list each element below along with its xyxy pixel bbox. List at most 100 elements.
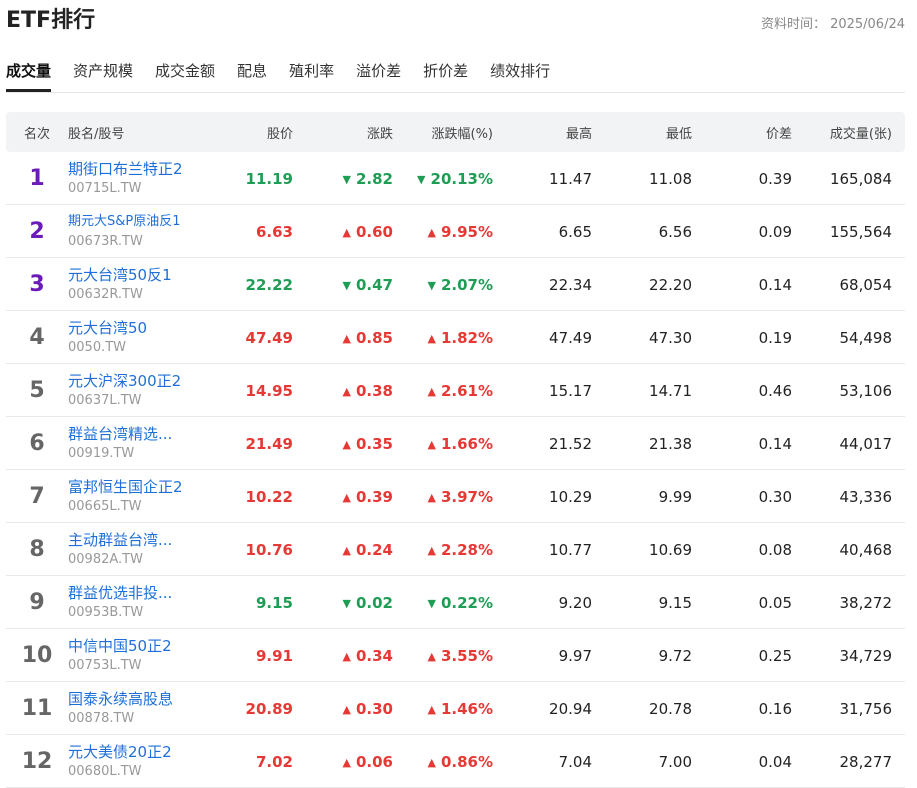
header-low: 最低 (665, 126, 692, 142)
change-pct-value: 3.55% (440, 646, 493, 665)
table-row[interactable]: 11 国泰永续高股息 00878.TW 20.89 ▲ 0.30 ▲ 1.46% 20.94 20… (6, 682, 905, 735)
change-cell: ▼ 0.47 (343, 276, 393, 294)
table-row[interactable]: 9 群益优选非投... 00953B.TW 9.15 ▼ 0.02 ▼ 0.22% 9.20 9.… (6, 576, 905, 629)
high-value: 9.20 (558, 593, 592, 612)
volume-value: 54,498 (839, 328, 893, 347)
diff-value: 0.25 (758, 646, 792, 665)
change-cell: ▲ 0.60 (343, 223, 393, 241)
table-row[interactable]: 5 元大沪深300正2 00637L.TW 14.95 ▲ 0.38 ▲ 2.61% 15.17… (6, 364, 905, 417)
etf-name-link[interactable]: 元大台湾50 (68, 319, 226, 337)
rank-number: 11 (21, 695, 53, 721)
change-value: 0.85 (355, 328, 393, 347)
rank-number: 4 (29, 324, 45, 350)
volume-value: 31,756 (839, 699, 893, 718)
header-rank: 名次 (23, 126, 50, 142)
etf-name-link[interactable]: 国泰永续高股息 (68, 690, 226, 708)
tab-0[interactable]: 成交量 (6, 56, 52, 92)
volume-value: 155,564 (829, 222, 892, 241)
table-row[interactable]: 6 群益台湾精选... 00919.TW 21.49 ▲ 0.35 ▲ 1.66% 21.52 2… (6, 417, 905, 470)
change-pct-value: 2.28% (440, 540, 493, 559)
triangle-down-icon: ▼ (417, 172, 426, 186)
volume-value: 28,277 (839, 752, 893, 771)
etf-name-link[interactable]: 元大台湾50反1 (68, 266, 226, 284)
high-value: 15.17 (549, 381, 592, 400)
table-row[interactable]: 12 元大美债20正2 00680L.TW 7.02 ▲ 0.06 ▲ 0.86% 7.04 7.… (6, 735, 905, 788)
etf-code: 00632R.TW (68, 286, 143, 302)
change-pct-value: 0.22% (440, 593, 493, 612)
rank-number: 5 (29, 377, 45, 403)
table-row[interactable]: 2 期元大S&P原油反1 00673R.TW 6.63 ▲ 0.60 ▲ 9.95% 6.65 6… (6, 205, 905, 258)
rank-number: 12 (21, 748, 53, 774)
etf-name-link[interactable]: 元大沪深300正2 (68, 372, 226, 390)
change-pct-cell: ▼ 0.22% (427, 594, 493, 612)
table-row[interactable]: 10 中信中国50正2 00753L.TW 9.91 ▲ 0.34 ▲ 3.55% 9.97 9.… (6, 629, 905, 682)
triangle-down-icon: ▼ (342, 596, 351, 610)
header-name: 股名/股号 (68, 126, 125, 142)
change-value: 0.38 (355, 381, 393, 400)
table-row[interactable]: 4 元大台湾50 0050.TW 47.49 ▲ 0.85 ▲ 1.82% 47.49 47.30… (6, 311, 905, 364)
change-pct-value: 1.82% (440, 328, 493, 347)
change-cell: ▲ 0.24 (343, 541, 393, 559)
rank-number: 2 (29, 218, 45, 244)
etf-code: 00680L.TW (68, 763, 142, 779)
change-cell: ▲ 0.35 (343, 435, 393, 453)
change-pct-cell: ▲ 0.86% (427, 753, 493, 771)
etf-name-link[interactable]: 主动群益台湾... (68, 531, 226, 549)
change-value: 0.24 (355, 540, 393, 559)
table-row[interactable]: 1 期街口布兰特正2 00715L.TW 11.19 ▼ 2.82 ▼ 20.13% 11.47… (6, 152, 905, 205)
price-value: 21.49 (245, 434, 293, 453)
tab-2[interactable]: 成交金额 (155, 56, 215, 91)
high-value: 10.77 (549, 540, 592, 559)
triangle-down-icon: ▼ (427, 596, 436, 610)
etf-name-link[interactable]: 期元大S&P原油反1 (68, 213, 226, 231)
change-pct-cell: ▼ 20.13% (417, 170, 493, 188)
table-row[interactable]: 8 主动群益台湾... 00982A.TW 10.76 ▲ 0.24 ▲ 2.28% 10.77… (6, 523, 905, 576)
triangle-up-icon: ▲ (427, 649, 436, 663)
table-row[interactable]: 3 元大台湾50反1 00632R.TW 22.22 ▼ 0.47 ▼ 2.07% 22.34 2… (6, 258, 905, 311)
etf-name-link[interactable]: 富邦恒生国企正2 (68, 478, 226, 496)
etf-name-link[interactable]: 期街口布兰特正2 (68, 160, 226, 178)
rank-number: 7 (29, 483, 45, 509)
volume-value: 34,729 (839, 646, 893, 665)
etf-name-link[interactable]: 群益优选非投... (68, 584, 226, 602)
triangle-up-icon: ▲ (342, 702, 351, 716)
change-pct-cell: ▲ 9.95% (427, 223, 493, 241)
price-value: 20.89 (245, 699, 293, 718)
table-row[interactable]: 7 富邦恒生国企正2 00665L.TW 10.22 ▲ 0.39 ▲ 3.97% 10.29 9… (6, 470, 905, 523)
date-value: 2025/06/24 (830, 17, 905, 32)
triangle-up-icon: ▲ (342, 225, 351, 239)
header-change-pct: 涨跌幅(%) (431, 126, 494, 142)
etf-code: 00753L.TW (68, 657, 142, 673)
low-value: 21.38 (649, 434, 692, 453)
change-pct-cell: ▼ 2.07% (427, 276, 493, 294)
table-body: 1 期街口布兰特正2 00715L.TW 11.19 ▼ 2.82 ▼ 20.13% 11.47… (6, 152, 905, 788)
tab-4[interactable]: 殖利率 (289, 56, 334, 91)
etf-name-link[interactable]: 元大美债20正2 (68, 743, 226, 761)
tab-7[interactable]: 绩效排行 (490, 56, 550, 91)
tab-6[interactable]: 折价差 (423, 56, 468, 91)
volume-value: 165,084 (829, 169, 892, 188)
diff-value: 0.19 (758, 328, 792, 347)
change-cell: ▲ 0.34 (343, 647, 393, 665)
tab-3[interactable]: 配息 (237, 56, 267, 91)
tab-5[interactable]: 溢价差 (356, 56, 401, 91)
low-value: 6.56 (658, 222, 692, 241)
volume-value: 40,468 (839, 540, 893, 559)
high-value: 20.94 (549, 699, 592, 718)
page-header: ETF排行 资料时间： 2025/06/24 (0, 0, 917, 44)
tab-1[interactable]: 资产规模 (73, 56, 133, 91)
etf-name-link[interactable]: 群益台湾精选... (68, 425, 226, 443)
triangle-down-icon: ▼ (342, 172, 351, 186)
change-pct-value: 2.07% (440, 275, 493, 294)
change-value: 2.82 (355, 169, 393, 188)
change-pct-value: 20.13% (430, 169, 493, 188)
diff-value: 0.05 (758, 593, 792, 612)
high-value: 6.65 (558, 222, 592, 241)
volume-value: 68,054 (839, 275, 893, 294)
rank-number: 9 (29, 589, 45, 615)
high-value: 9.97 (558, 646, 592, 665)
low-value: 47.30 (649, 328, 692, 347)
etf-code: 00919.TW (68, 445, 135, 461)
price-value: 11.19 (245, 169, 293, 188)
etf-name-link[interactable]: 中信中国50正2 (68, 637, 226, 655)
